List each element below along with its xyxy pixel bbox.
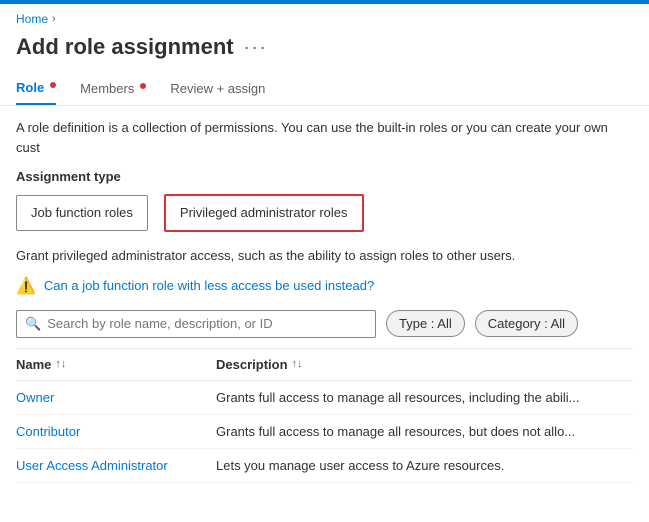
tab-role-label: Role: [16, 80, 44, 95]
table-row: User Access Administrator Lets you manag…: [16, 449, 633, 483]
table-header: Name ↑↓ Description ↑↓: [16, 349, 633, 381]
col-desc-label: Description: [216, 357, 288, 372]
row-contributor-name: Contributor: [16, 424, 216, 439]
tab-role[interactable]: Role: [16, 72, 56, 105]
col-name-label: Name: [16, 357, 51, 372]
row-contributor-desc: Grants full access to manage all resourc…: [216, 424, 633, 439]
search-filter-row: 🔍 Type : All Category : All: [16, 310, 633, 338]
table-row: Owner Grants full access to manage all r…: [16, 381, 633, 415]
table-row: Contributor Grants full access to manage…: [16, 415, 633, 449]
tabs-row: Role Members Review + assign: [0, 72, 649, 106]
tab-review[interactable]: Review + assign: [170, 73, 265, 104]
privileged-admin-roles-button[interactable]: Privileged administrator roles: [164, 194, 364, 232]
description-text: A role definition is a collection of per…: [16, 118, 633, 157]
page-title-row: Add role assignment ···: [0, 30, 649, 72]
desc-sort-icon[interactable]: ↑↓: [292, 358, 303, 370]
col-header-name: Name ↑↓: [16, 357, 216, 372]
ellipsis-button[interactable]: ···: [244, 37, 268, 58]
row-owner-name: Owner: [16, 390, 216, 405]
row-owner-desc: Grants full access to manage all resourc…: [216, 390, 633, 405]
tab-review-label: Review + assign: [170, 81, 265, 96]
search-input[interactable]: [47, 316, 367, 331]
privilege-description: Grant privileged administrator access, s…: [16, 246, 633, 266]
tab-members[interactable]: Members: [80, 73, 146, 104]
search-box: 🔍: [16, 310, 376, 338]
breadcrumb-chevron: ›: [52, 13, 56, 25]
breadcrumb-home[interactable]: Home: [16, 12, 48, 26]
page-title: Add role assignment: [16, 34, 234, 60]
name-sort-icon[interactable]: ↑↓: [55, 358, 66, 370]
role-type-row: Job function roles Privileged administra…: [16, 194, 633, 232]
roles-table: Name ↑↓ Description ↑↓ Owner Grants full…: [16, 348, 633, 483]
user-access-admin-link[interactable]: User Access Administrator: [16, 458, 216, 473]
row-uaa-name: User Access Administrator: [16, 458, 216, 473]
warning-row: ⚠️ Can a job function role with less acc…: [16, 276, 633, 296]
row-uaa-desc: Lets you manage user access to Azure res…: [216, 458, 633, 473]
search-icon: 🔍: [25, 316, 41, 332]
category-filter-button[interactable]: Category : All: [475, 310, 578, 337]
type-filter-button[interactable]: Type : All: [386, 310, 465, 337]
col-header-description: Description ↑↓: [216, 357, 633, 372]
assignment-type-label: Assignment type: [16, 169, 633, 184]
job-function-roles-button[interactable]: Job function roles: [16, 195, 148, 231]
tab-members-label: Members: [80, 81, 134, 96]
tab-members-dot: [140, 83, 146, 89]
main-content: A role definition is a collection of per…: [0, 106, 649, 483]
breadcrumb: Home ›: [0, 4, 649, 30]
owner-link[interactable]: Owner: [16, 390, 216, 405]
contributor-link[interactable]: Contributor: [16, 424, 216, 439]
warning-link[interactable]: Can a job function role with less access…: [44, 278, 374, 293]
tab-role-dot: [50, 82, 56, 88]
warning-icon: ⚠️: [16, 276, 36, 296]
